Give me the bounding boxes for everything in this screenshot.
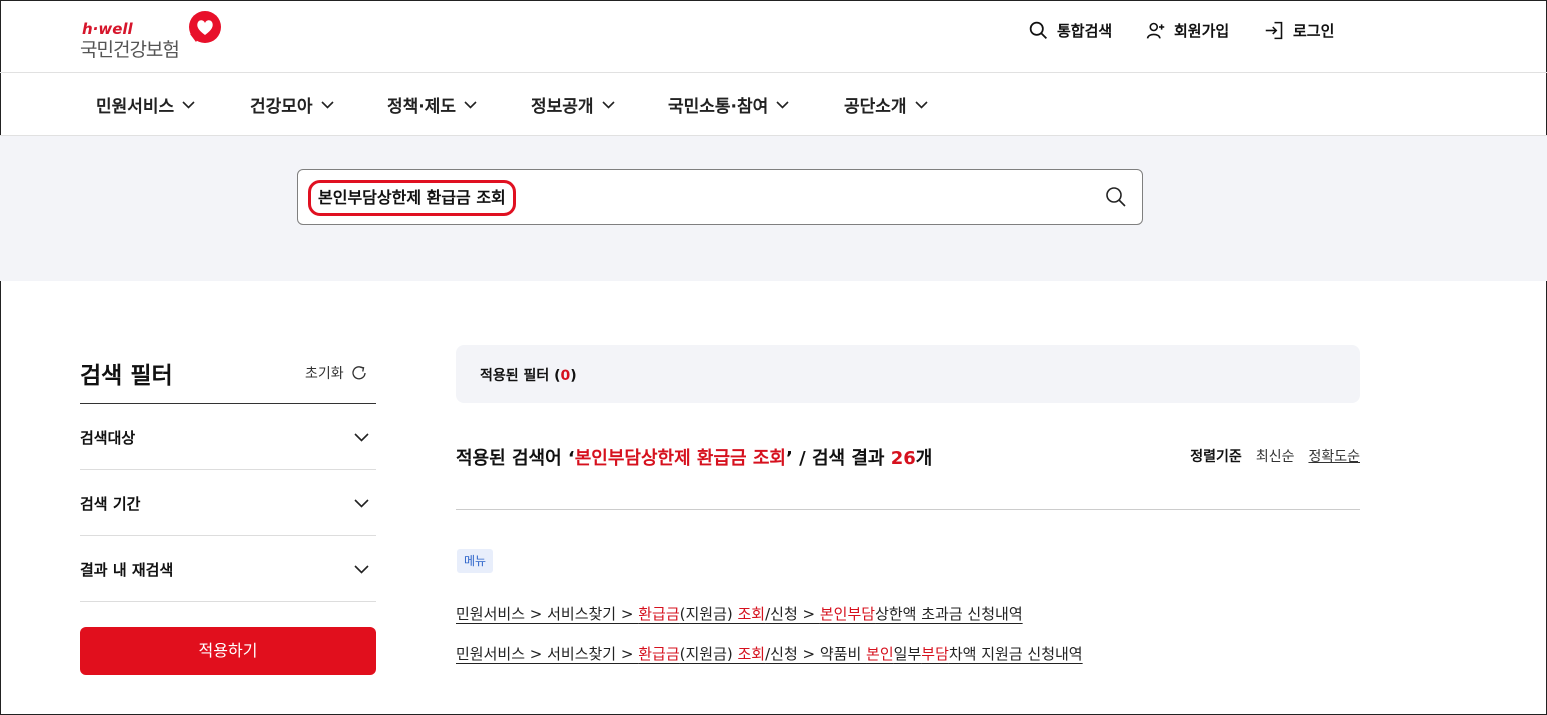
search-icon [1029,21,1047,39]
nav-label: 정보공개 [531,97,594,117]
link-text: /신청 > [765,605,820,623]
link-text: 차액 지원금 신청내역 [948,645,1083,663]
summary-suffix: 개 [915,448,933,469]
chevron-down-icon [914,100,928,109]
nav-policy[interactable]: 정책·제도 [387,92,477,117]
link-text: (지원금) [679,605,738,623]
sort-label: 정렬기준 [1190,449,1242,465]
summary-prefix: 적용된 검색어 ‘ [456,448,575,469]
applied-filter-label: 적용된 필터 ( [480,368,561,384]
applied-filter-close: ) [570,368,577,384]
highlight-text: 본인 [866,645,894,663]
sort-latest[interactable]: 최신순 [1256,446,1295,466]
applied-filter-count: 0 [560,368,571,384]
nav-label: 민원서비스 [96,97,175,117]
reset-button[interactable]: 초기화 [305,363,368,383]
link-text: 상한액 초과금 신청내역 [875,605,1023,623]
filter-row-label: 결과 내 재검색 [80,561,174,579]
reset-label: 초기화 [305,366,344,382]
chevron-down-icon [776,100,789,109]
nav-label: 공단소개 [844,97,907,117]
sort-control: 정렬기준 최신순 정확도순 [1190,446,1360,466]
sort-accuracy[interactable]: 정확도순 [1308,446,1360,466]
result-summary: 적용된 검색어 ‘본인부담상한제 환급금 조회’ / 검색 결과 26개 [456,444,932,470]
chevron-down-icon [182,100,195,109]
highlight-text: 부담 [921,645,949,663]
highlight-text: 환급금 [638,605,680,623]
user-plus-icon [1146,22,1165,39]
result-link[interactable]: 민원서비스 > 서비스찾기 > 환급금(지원금) 조회/신청 > 약품비 본인일… [456,643,1083,664]
category-tag: 메뉴 [457,549,494,573]
logo-title: 국민건강보험 [80,39,180,61]
search-input[interactable]: 본인부담상한제 환급금 조회 [297,169,1143,225]
chevron-down-icon [601,100,615,109]
highlight-text: 환급금 [638,645,680,663]
nav-about[interactable]: 공단소개 [844,92,928,117]
main-navigation: 민원서비스 건강모아 정책·제도 정보공개 국민소통·참여 공단소개 [0,73,1547,136]
nav-civil-service[interactable]: 민원서비스 [96,92,195,117]
summary-mid: ’ / 검색 결과 [786,448,891,469]
highlight-text: 본인부담 [819,605,876,623]
nav-label: 정책·제도 [387,97,457,117]
top-header: h·well 국민건강보험 통합검색 회원가입 로그인 [0,0,1547,73]
chevron-down-icon [320,100,334,109]
search-query-text: 본인부담상한제 환급금 조회 [308,180,516,216]
link-text: (지원금) [679,645,738,663]
filter-row-label: 검색대상 [80,429,136,447]
login-icon [1265,21,1283,39]
highlight-text: 조회 [737,605,766,623]
result-divider [456,509,1360,510]
link-text: /신청 > 약품비 [765,645,867,663]
refresh-icon [351,366,366,380]
summary-query: 본인부담상한제 환급금 조회 [574,448,786,469]
link-text: 민원서비스 > 서비스찾기 > [456,645,639,663]
chevron-down-icon [354,565,369,574]
chevron-down-icon [464,100,477,109]
link-text: 민원서비스 > 서비스찾기 > [456,605,639,623]
search-icon[interactable] [1104,185,1128,209]
nav-label: 국민소통·참여 [668,97,769,117]
chevron-down-icon [354,433,369,442]
nav-health-moa[interactable]: 건강모아 [250,92,334,117]
heart-logo-icon [189,11,221,43]
filter-row-target[interactable]: 검색대상 [80,404,376,470]
nav-label: 건강모아 [250,97,313,117]
highlight-text: 조회 [737,645,766,663]
nav-communication[interactable]: 국민소통·참여 [668,92,789,117]
site-logo[interactable]: h·well 국민건강보험 [80,10,230,61]
integrated-search-link[interactable]: 통합검색 [1028,18,1112,42]
signup-label: 회원가입 [1174,21,1230,40]
search-area: 본인부담상한제 환급금 조회 [0,136,1547,281]
filter-row-period[interactable]: 검색 기간 [80,470,376,536]
signup-link[interactable]: 회원가입 [1145,18,1229,42]
login-link[interactable]: 로그인 [1264,18,1334,42]
filter-row-label: 검색 기간 [80,495,141,513]
apply-button[interactable]: 적용하기 [80,627,376,675]
result-link[interactable]: 민원서비스 > 서비스찾기 > 환급금(지원금) 조회/신청 > 본인부담상한액… [456,603,1023,624]
filter-title: 검색 필터 [80,363,173,389]
integrated-search-label: 통합검색 [1057,21,1113,40]
summary-count: 26 [890,448,916,469]
filter-row-research[interactable]: 결과 내 재검색 [80,536,376,602]
applied-filter-box: 적용된 필터 (0) [456,345,1360,403]
login-label: 로그인 [1293,21,1335,40]
link-text: 일부 [893,645,922,663]
chevron-down-icon [354,499,369,508]
nav-info-disclosure[interactable]: 정보공개 [531,92,615,117]
applied-filter-text: 적용된 필터 (0) [480,365,577,385]
